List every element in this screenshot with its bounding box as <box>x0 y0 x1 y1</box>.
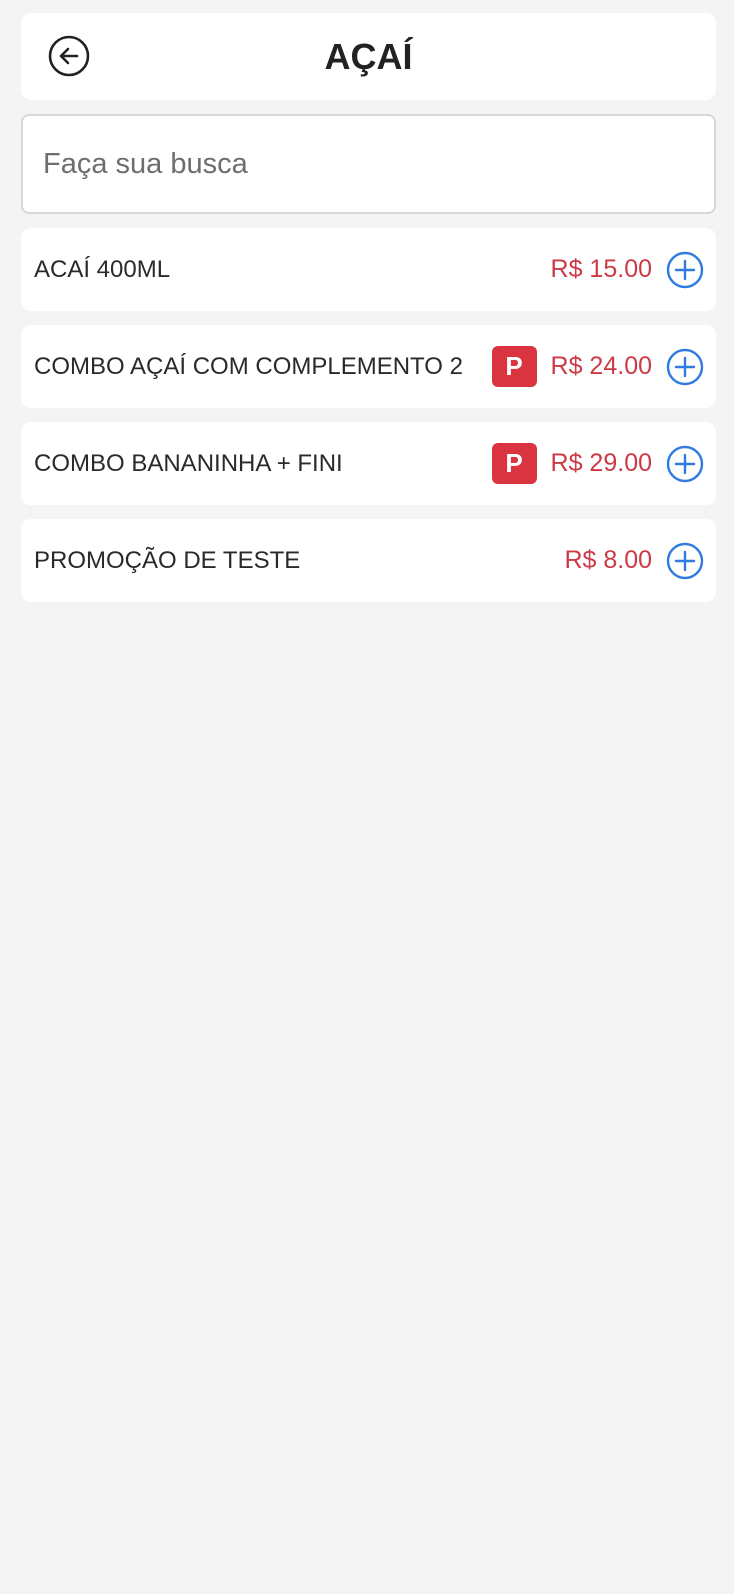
list-item[interactable]: COMBO AÇAÍ COM COMPLEMENTO 2 P R$ 24.00 <box>21 325 716 408</box>
add-item-button[interactable] <box>666 348 704 386</box>
item-price: R$ 29.00 <box>550 449 652 477</box>
promo-badge: P <box>491 346 537 387</box>
list-item[interactable]: PROMOÇÃO DE TESTE R$ 8.00 <box>21 519 716 602</box>
item-price: R$ 8.00 <box>564 546 652 574</box>
item-name: PROMOÇÃO DE TESTE <box>34 547 301 574</box>
page-title: AÇAÍ <box>324 36 413 77</box>
add-item-button[interactable] <box>666 445 704 483</box>
plus-circle-icon <box>666 542 704 579</box>
search-input[interactable] <box>23 116 714 212</box>
plus-circle-icon <box>666 348 704 385</box>
item-name: ACAÍ 400ML <box>34 256 171 283</box>
item-price: R$ 15.00 <box>550 255 652 283</box>
add-item-button[interactable] <box>666 251 704 289</box>
item-name: COMBO BANANINHA + FINI <box>34 450 343 477</box>
plus-circle-icon <box>666 445 704 482</box>
item-price: R$ 24.00 <box>550 352 652 380</box>
list-item[interactable]: ACAÍ 400ML R$ 15.00 <box>21 228 716 311</box>
promo-badge: P <box>491 443 537 484</box>
search-box <box>21 114 716 214</box>
plus-circle-icon <box>666 251 704 288</box>
list-item[interactable]: COMBO BANANINHA + FINI P R$ 29.00 <box>21 422 716 505</box>
item-name: COMBO AÇAÍ COM COMPLEMENTO 2 <box>34 353 463 380</box>
add-item-button[interactable] <box>666 542 704 580</box>
header-bar: AÇAÍ <box>21 13 716 100</box>
